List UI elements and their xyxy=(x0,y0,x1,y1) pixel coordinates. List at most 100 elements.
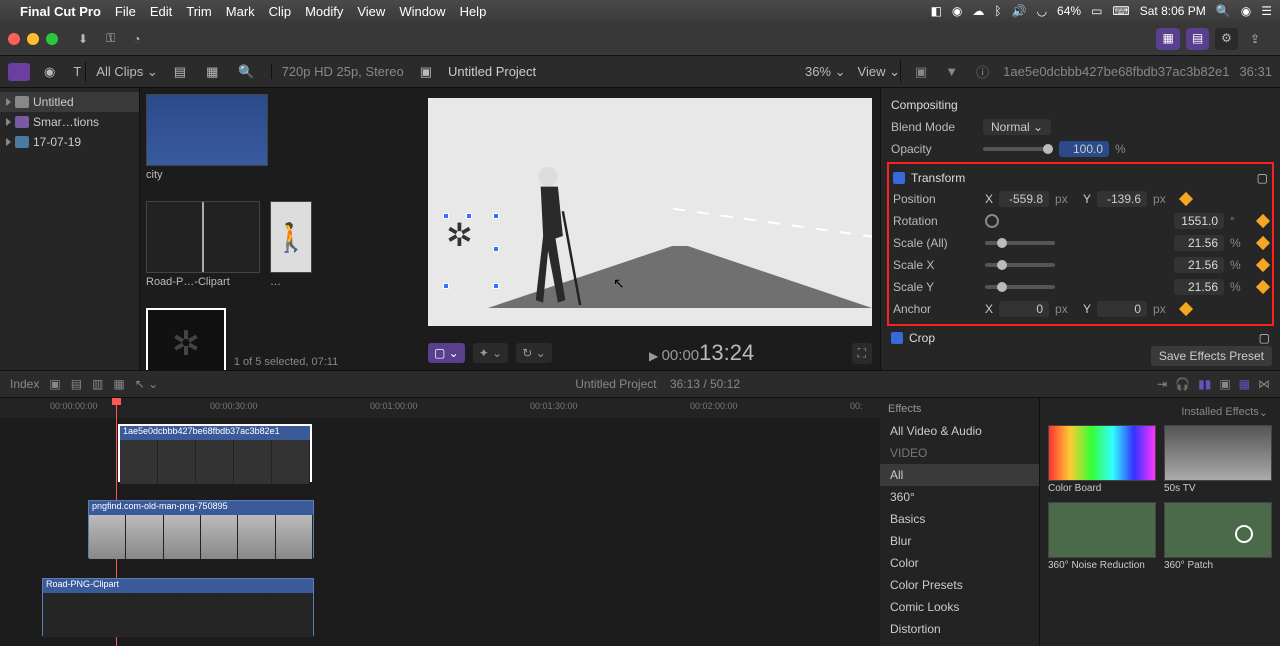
filmstrip-toggle[interactable]: ▤ xyxy=(170,62,190,82)
effects-cat[interactable]: Distortion xyxy=(880,618,1039,640)
menu-modify[interactable]: Modify xyxy=(305,4,343,19)
transform-header[interactable]: Transform ▢ xyxy=(893,168,1268,188)
fullscreen-viewer[interactable]: ⛶ xyxy=(852,343,872,364)
effects-cat[interactable]: All xyxy=(880,464,1039,486)
timeline-toggle[interactable]: ▤ xyxy=(1186,28,1209,50)
transitions-browser-toggle[interactable]: ⋈ xyxy=(1258,377,1270,391)
scale-slider[interactable] xyxy=(985,263,1055,267)
app-name[interactable]: Final Cut Pro xyxy=(20,4,101,19)
dropbox-icon[interactable]: ◧ xyxy=(931,4,942,18)
scale-slider[interactable] xyxy=(985,241,1055,245)
fan-overlay[interactable]: ✲ xyxy=(446,216,496,286)
control-center-icon[interactable]: ☰ xyxy=(1261,4,1272,18)
photos-toggle[interactable]: ◉ xyxy=(40,62,59,82)
disclosure-icon[interactable] xyxy=(6,118,11,126)
scale-slider[interactable] xyxy=(985,285,1055,289)
position-x-value[interactable]: -559.8 xyxy=(999,191,1049,207)
zoom-level[interactable]: 36% ⌄ xyxy=(805,64,846,80)
keyboard-icon[interactable]: ⌨ xyxy=(1112,4,1129,18)
rotation-dial[interactable] xyxy=(985,214,999,228)
effects-cat[interactable]: Color Presets xyxy=(880,574,1039,596)
connect-clip-button[interactable]: ▣ xyxy=(49,377,60,391)
effect-item[interactable]: 360° Noise Reduction xyxy=(1048,502,1156,571)
titles-toggle[interactable]: T xyxy=(69,62,85,81)
spotlight-icon[interactable]: 🔍 xyxy=(1216,4,1231,18)
video-inspector-tab[interactable]: ▣ xyxy=(911,62,931,82)
audio-skimming-toggle[interactable]: 🎧 xyxy=(1175,377,1190,391)
index-button[interactable]: Index xyxy=(10,377,39,391)
track-clip-road[interactable]: Road-PNG-Clipart xyxy=(42,578,314,636)
viewer-canvas[interactable]: ✲ ↖ xyxy=(426,94,874,330)
effects-cat[interactable]: 360° xyxy=(880,486,1039,508)
track-clip-fan[interactable]: 1ae5e0dcbbb427be68fbdb37ac3b82e1 xyxy=(118,424,312,482)
scale-all-value[interactable]: 21.56 xyxy=(1174,235,1224,251)
clip-thumb-city[interactable]: city xyxy=(146,94,268,181)
library-toggle[interactable] xyxy=(8,63,30,81)
insert-button[interactable]: ▤ xyxy=(71,377,82,391)
overwrite-button[interactable]: ▦ xyxy=(113,377,124,391)
solo-toggle[interactable]: ▮▮ xyxy=(1198,377,1211,391)
effect-item[interactable]: Color Board xyxy=(1048,425,1156,494)
siri-icon[interactable]: ◉ xyxy=(1241,4,1251,18)
wifi-icon[interactable]: ◡ xyxy=(1037,4,1047,18)
cloud-icon[interactable]: ☁ xyxy=(972,4,984,18)
search-icon[interactable]: 🔍 xyxy=(234,62,258,82)
clock[interactable]: Sat 8:06 PM xyxy=(1140,4,1206,18)
color-inspector-tab[interactable]: ▼ xyxy=(941,62,962,81)
scale-x-value[interactable]: 21.56 xyxy=(1174,257,1224,273)
menu-edit[interactable]: Edit xyxy=(150,4,172,19)
anchor-x-value[interactable]: 0 xyxy=(999,301,1049,317)
timecode[interactable]: 00:0013:24 xyxy=(662,347,755,364)
background-tasks-button[interactable]: ◔ xyxy=(127,28,146,50)
clip-thumb-road[interactable]: Road-P…-Clipart xyxy=(146,201,260,288)
effect-item[interactable]: 360° Patch xyxy=(1164,502,1272,571)
clip-filter[interactable]: All Clips ⌄ xyxy=(96,64,157,80)
menu-view[interactable]: View xyxy=(357,4,385,19)
tools-menu[interactable]: ↖ ⌄ xyxy=(135,377,158,391)
minimize-button[interactable] xyxy=(27,33,39,45)
effects-browser-toggle[interactable]: ▦ xyxy=(1239,377,1250,391)
track-clip-man[interactable]: pngfind.com-old-man-png-750895 xyxy=(88,500,314,558)
rotation-value[interactable]: 1551.0 xyxy=(1174,213,1224,229)
installed-effects-dropdown[interactable]: Installed Effects ⌄ xyxy=(1048,404,1272,425)
blend-mode-dropdown[interactable]: Normal ⌄ xyxy=(983,119,1051,135)
opacity-value[interactable]: 100.0 xyxy=(1059,141,1109,157)
info-inspector-tab[interactable]: ⓘ xyxy=(972,60,993,83)
import-button[interactable]: ⬇ xyxy=(72,28,94,50)
disclosure-icon[interactable] xyxy=(6,98,11,106)
save-effects-preset-button[interactable]: Save Effects Preset xyxy=(1151,346,1272,366)
inspector-toggle[interactable]: ⚙ xyxy=(1215,28,1238,50)
creative-cloud-icon[interactable]: ◉ xyxy=(952,4,962,18)
anchor-y-value[interactable]: 0 xyxy=(1097,301,1147,317)
browser-toggle[interactable]: ▦ xyxy=(1156,28,1179,50)
keyframe-icon[interactable] xyxy=(1256,214,1270,228)
bluetooth-icon[interactable]: ᛒ xyxy=(994,4,1001,18)
list-toggle[interactable]: ▦ xyxy=(202,62,222,82)
battery-icon[interactable]: ▭ xyxy=(1091,4,1102,18)
play-button[interactable]: ▶ xyxy=(649,349,658,363)
effects-cat[interactable]: All Video & Audio xyxy=(880,420,1039,442)
enhance-menu[interactable]: ✦ ⌄ xyxy=(473,343,508,363)
snapping-toggle[interactable]: ▣ xyxy=(1219,377,1230,391)
effects-cat[interactable]: Color xyxy=(880,552,1039,574)
append-button[interactable]: ▥ xyxy=(92,377,103,391)
sidebar-item-date[interactable]: 17-07-19 xyxy=(0,132,139,152)
effects-cat[interactable]: Blur xyxy=(880,530,1039,552)
menu-help[interactable]: Help xyxy=(460,4,487,19)
transform-tool[interactable]: ▢ ⌄ xyxy=(428,343,465,363)
menu-clip[interactable]: Clip xyxy=(269,4,291,19)
keyframe-icon[interactable] xyxy=(1179,192,1193,206)
effects-cat[interactable]: Comic Looks xyxy=(880,596,1039,618)
keyframe-icon[interactable] xyxy=(1256,258,1270,272)
retime-menu[interactable]: ↻ ⌄ xyxy=(516,343,551,363)
timeline[interactable]: 00:00:00:00 00:00:30:00 00:01:00:00 00:0… xyxy=(0,398,880,646)
close-button[interactable] xyxy=(8,33,20,45)
reset-icon[interactable]: ▢ xyxy=(1259,331,1270,345)
view-menu[interactable]: View ⌄ xyxy=(858,64,900,80)
keyframe-icon[interactable] xyxy=(1256,236,1270,250)
menu-window[interactable]: Window xyxy=(399,4,445,19)
fullscreen-button[interactable] xyxy=(46,33,58,45)
transform-enable-checkbox[interactable] xyxy=(893,172,905,184)
timeline-ruler[interactable]: 00:00:00:00 00:00:30:00 00:01:00:00 00:0… xyxy=(0,398,880,418)
volume-icon[interactable]: 🔊 xyxy=(1012,4,1027,18)
